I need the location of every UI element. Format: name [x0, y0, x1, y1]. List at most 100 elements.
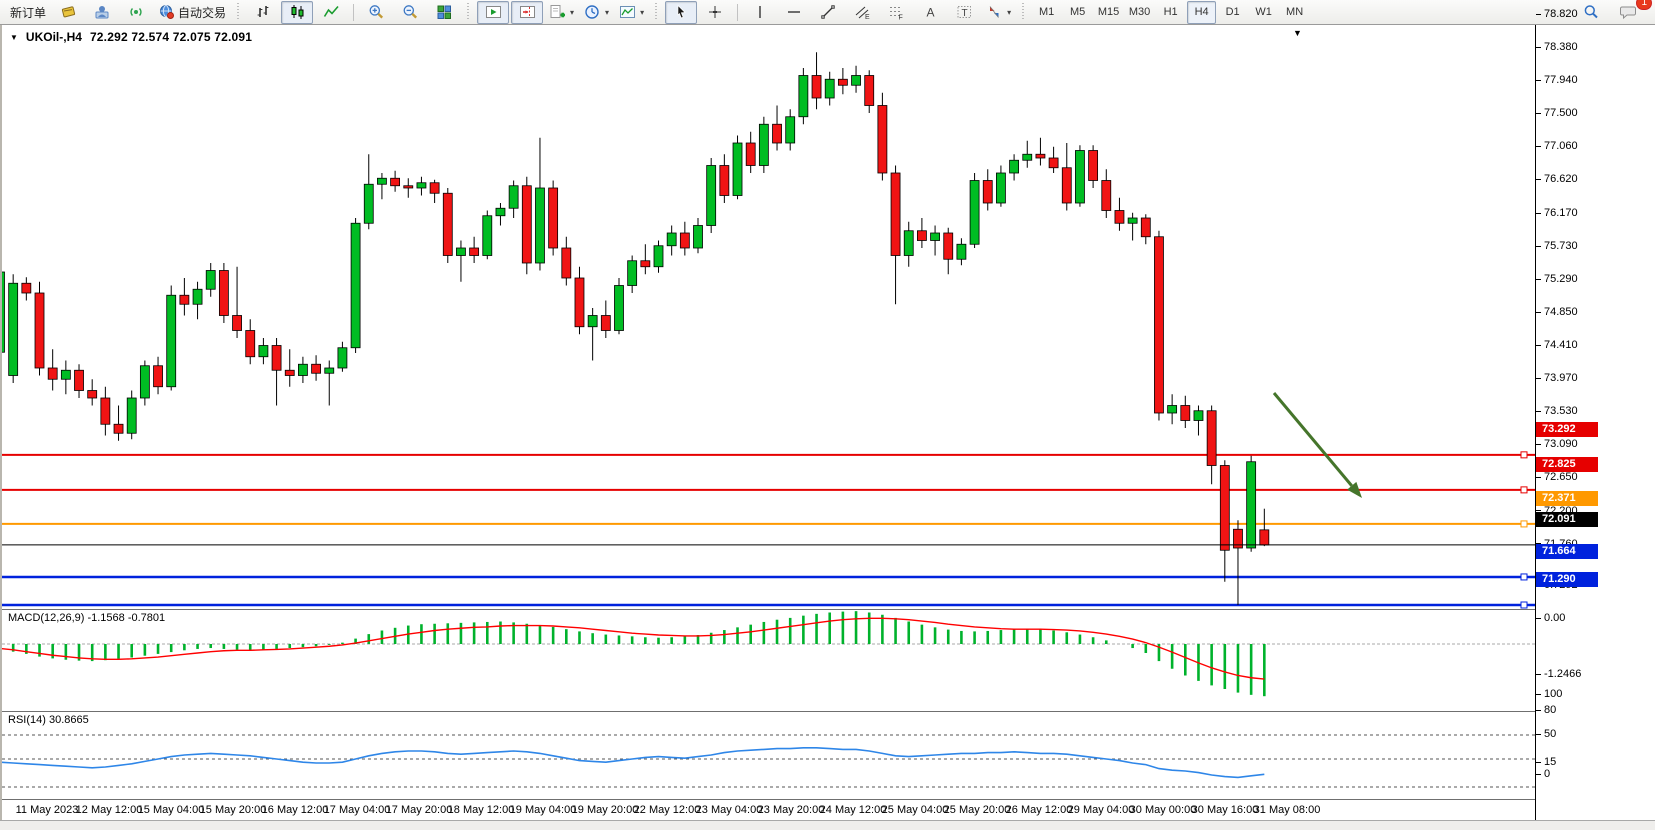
timeframe-button-mn[interactable]: MN [1280, 1, 1309, 24]
line-handle[interactable] [1521, 602, 1527, 608]
rsi-scale-label: 80 [1536, 704, 1556, 716]
market-watch-button[interactable] [52, 1, 84, 24]
indicators-button[interactable]: ▾ [545, 1, 578, 24]
signals-button[interactable] [120, 1, 152, 24]
mt4-window: 新订单自动交易▾▾▾EFAT▾M1M5M15M30H1H4D1W1MN1 ▼ U… [0, 0, 1655, 830]
level-price-tag: 71.290 [1536, 572, 1598, 587]
candle-body [838, 79, 847, 85]
candle-body [35, 293, 44, 368]
zoom-in-button[interactable] [360, 1, 392, 24]
search-button[interactable] [1575, 1, 1607, 24]
line-handle[interactable] [1521, 574, 1527, 580]
vertical-line-button[interactable] [744, 1, 776, 24]
candle-body [312, 364, 321, 373]
candle-body [1194, 411, 1203, 421]
macd-indicator-label: MACD(12,26,9) -1.1568 -0.7801 [8, 612, 165, 624]
timeframe-button-w1[interactable]: W1 [1249, 1, 1278, 24]
zoom-out-button[interactable] [394, 1, 426, 24]
level-price-tag: 73.292 [1536, 422, 1598, 437]
candle-body [575, 278, 584, 327]
channel-button[interactable]: E [846, 1, 878, 24]
line-chart-button[interactable] [315, 1, 347, 24]
line-chart-icon [323, 4, 340, 20]
candle-body [1128, 218, 1137, 223]
candle-body [272, 346, 281, 371]
candle-body [61, 370, 70, 379]
rsi-scale-label: 50 [1536, 728, 1556, 740]
market-watch-icon [60, 4, 77, 20]
trend-line-button[interactable] [812, 1, 844, 24]
horizontal-line-button[interactable] [778, 1, 810, 24]
templates-button[interactable]: ▾ [615, 1, 648, 24]
current-price-tag: 72.091 [1536, 512, 1598, 527]
candle-body [285, 370, 294, 375]
cursor-button[interactable] [665, 1, 697, 24]
svg-text:A: A [926, 6, 934, 20]
toolbar-separator [737, 4, 738, 21]
candle-body [9, 283, 18, 375]
trend-arrow[interactable] [1274, 393, 1352, 486]
chart-canvas[interactable] [2, 25, 1535, 820]
timeframe-button-m15[interactable]: M15 [1094, 1, 1123, 24]
indicators-icon [549, 4, 566, 20]
timeframe-button-h1[interactable]: H1 [1156, 1, 1185, 24]
chat-button[interactable]: 1 [1613, 1, 1645, 24]
candle-body [1010, 160, 1019, 173]
one-click-arrow-icon[interactable]: ▼ [10, 33, 18, 42]
timeframe-button-h4[interactable]: H4 [1187, 1, 1216, 24]
fibonacci-button[interactable]: F [880, 1, 912, 24]
label-button[interactable]: T [948, 1, 980, 24]
line-handle[interactable] [1521, 487, 1527, 493]
timeframe-button-m5[interactable]: M5 [1063, 1, 1092, 24]
candle-body [628, 261, 637, 286]
candle-body [944, 233, 953, 259]
candle-body [970, 181, 979, 245]
candlestick-chart-button[interactable] [281, 1, 313, 24]
rsi-line [2, 748, 1264, 778]
time-axis[interactable]: 11 May 202312 May 12:0015 May 04:0015 Ma… [2, 800, 1535, 820]
timeframe-button-m1[interactable]: M1 [1032, 1, 1061, 24]
arrows-button[interactable]: ▾ [982, 1, 1015, 24]
data-window-button[interactable] [86, 1, 118, 24]
candle-body [614, 286, 623, 331]
candle-body [1089, 151, 1098, 181]
chart-shift-marker-icon[interactable]: ▼ [1293, 28, 1302, 38]
line-handle[interactable] [1521, 521, 1527, 527]
candle-body [733, 143, 742, 196]
auto-scroll-icon [485, 4, 502, 20]
candle-body [417, 183, 426, 188]
candle-body [983, 181, 992, 204]
candle-body [338, 348, 347, 368]
new-order-button[interactable]: 新订单 [6, 1, 50, 24]
level-price-tag: 72.825 [1536, 457, 1598, 472]
timeframe-button-d1[interactable]: D1 [1218, 1, 1247, 24]
tile-windows-button[interactable] [428, 1, 460, 24]
rsi-scale-label: 100 [1536, 688, 1562, 700]
auto-scroll-button[interactable] [477, 1, 509, 24]
chat-button-inner-icon [1620, 4, 1638, 20]
svg-text:T: T [961, 8, 967, 19]
chart-symbol-title: UKOil-,H4 [26, 30, 82, 44]
data-window-icon [94, 4, 111, 20]
zoom-out-icon [402, 4, 419, 20]
signals-icon [128, 4, 145, 20]
auto-trading-button[interactable]: 自动交易 [154, 1, 230, 24]
price-axis[interactable]: 78.82078.38077.94077.50077.06076.62076.1… [1535, 25, 1655, 820]
candle-body [996, 173, 1005, 203]
crosshair-button[interactable] [699, 1, 731, 24]
candle-body [720, 166, 729, 196]
timeframe-button-m30[interactable]: M30 [1125, 1, 1154, 24]
line-handle[interactable] [1521, 452, 1527, 458]
tile-windows-icon [436, 4, 453, 20]
chart-shift-button[interactable] [511, 1, 543, 24]
text-button[interactable]: A [914, 1, 946, 24]
horizontal-line-icon [786, 4, 803, 20]
candle-body [667, 233, 676, 246]
candle-body [786, 117, 795, 143]
cursor-icon [673, 4, 690, 20]
bar-chart-button[interactable] [247, 1, 279, 24]
candle-body [694, 226, 703, 249]
price-tick-label: 76.620 [1536, 173, 1578, 185]
channel-icon: E [854, 4, 871, 20]
periods-button[interactable]: ▾ [580, 1, 613, 24]
